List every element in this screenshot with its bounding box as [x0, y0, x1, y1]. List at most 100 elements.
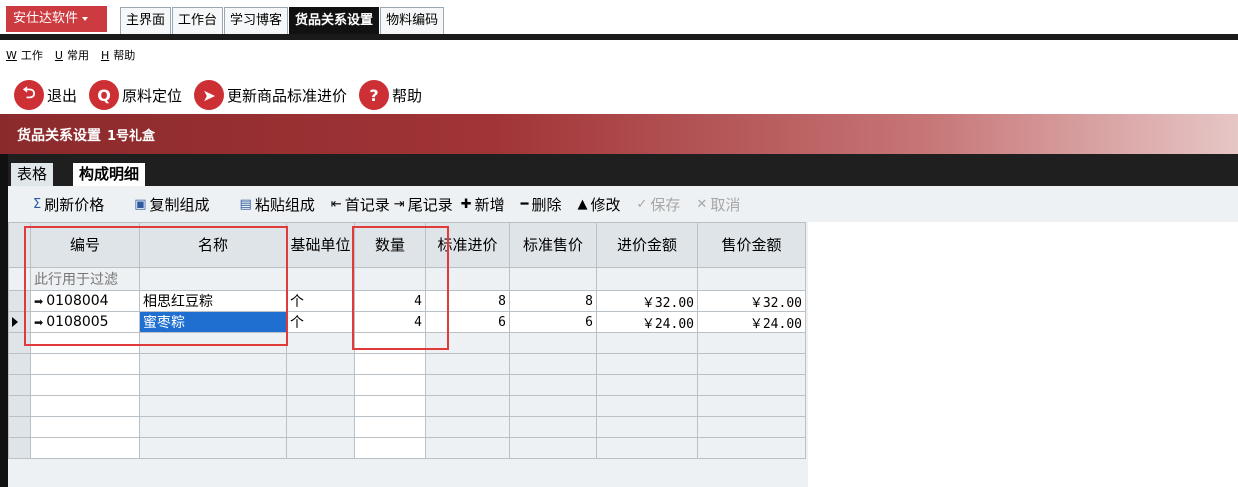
empty-row[interactable]: [8, 395, 806, 417]
std-price-cell[interactable]: 8: [509, 290, 597, 312]
table-row-selected[interactable]: ➡ 0108005 蜜枣粽 个 4 6 6 ￥24.00 ￥24.00: [8, 311, 806, 333]
save-button[interactable]: ✓ 保存: [636, 194, 680, 215]
tab-table[interactable]: 表格: [11, 163, 54, 186]
column-header-std-price[interactable]: 标准售价: [509, 222, 597, 268]
empty-cell[interactable]: [425, 353, 510, 375]
empty-cell[interactable]: [596, 353, 698, 375]
column-header-unit[interactable]: 基础单位: [286, 222, 355, 268]
menu-item-common[interactable]: U 常用: [55, 47, 89, 65]
empty-cell[interactable]: [30, 374, 140, 396]
menu-item-help[interactable]: H 帮助: [101, 47, 135, 65]
filter-cell[interactable]: [139, 267, 287, 291]
row-header[interactable]: [8, 311, 31, 333]
table-row[interactable]: ➡ 0108004 相思红豆粽 个 4 8 8 ￥32.00 ￥32.00: [8, 290, 806, 312]
name-cell[interactable]: 蜜枣粽: [139, 311, 287, 333]
refresh-price-button[interactable]: Σ 刷新价格: [33, 194, 104, 215]
code-cell[interactable]: ➡ 0108005: [30, 311, 140, 333]
empty-cell[interactable]: [425, 416, 510, 438]
column-header-cost-amount[interactable]: 进价金额: [596, 222, 698, 268]
tab-material-code[interactable]: 物料编码: [380, 7, 445, 34]
exit-button[interactable]: ⮌ 退出: [14, 80, 77, 110]
tab-workbench[interactable]: 工作台: [172, 7, 224, 34]
help-button[interactable]: ? 帮助: [359, 80, 422, 110]
edit-button[interactable]: ▲ 修改: [577, 194, 620, 215]
empty-row[interactable]: [8, 353, 806, 375]
empty-cell[interactable]: [509, 353, 597, 375]
empty-cell[interactable]: [286, 416, 355, 438]
add-button[interactable]: ✚ 新增: [461, 194, 505, 215]
empty-cell[interactable]: [596, 374, 698, 396]
filter-cell[interactable]: [425, 267, 510, 291]
column-header-price-amount[interactable]: 售价金额: [697, 222, 806, 268]
std-cost-cell[interactable]: 8: [425, 290, 510, 312]
empty-cell[interactable]: [30, 332, 140, 354]
empty-row[interactable]: [8, 437, 806, 459]
empty-cell[interactable]: [425, 437, 510, 459]
empty-cell[interactable]: [596, 395, 698, 417]
tab-composition-detail[interactable]: 构成明细: [73, 163, 146, 186]
qty-cell[interactable]: 4: [354, 311, 426, 333]
empty-cell[interactable]: [30, 395, 140, 417]
cost-amount-cell[interactable]: ￥32.00: [596, 290, 698, 312]
tab-main[interactable]: 主界面: [120, 7, 172, 34]
empty-cell[interactable]: [139, 353, 287, 375]
empty-cell[interactable]: [354, 353, 426, 375]
empty-cell[interactable]: [697, 353, 806, 375]
empty-cell[interactable]: [139, 332, 287, 354]
copy-composition-button[interactable]: ▣ 复制组成: [134, 194, 209, 215]
row-header[interactable]: [8, 290, 31, 312]
brand-menu-button[interactable]: 安仕达软件: [6, 6, 107, 32]
empty-cell[interactable]: [425, 395, 510, 417]
filter-row[interactable]: 此行用于过滤: [8, 267, 806, 291]
empty-cell[interactable]: [509, 374, 597, 396]
filter-cell[interactable]: [596, 267, 698, 291]
empty-cell[interactable]: [30, 353, 140, 375]
empty-cell[interactable]: [139, 437, 287, 459]
column-header-code[interactable]: 编号: [30, 222, 140, 268]
empty-cell[interactable]: [286, 437, 355, 459]
paste-composition-button[interactable]: ▤ 粘贴组成: [240, 194, 315, 215]
filter-cell[interactable]: [697, 267, 806, 291]
empty-row[interactable]: [8, 374, 806, 396]
empty-cell[interactable]: [286, 353, 355, 375]
tab-blog[interactable]: 学习博客: [224, 7, 289, 34]
empty-cell[interactable]: [425, 332, 510, 354]
empty-cell[interactable]: [139, 374, 287, 396]
empty-cell[interactable]: [596, 437, 698, 459]
qty-cell[interactable]: 4: [354, 290, 426, 312]
empty-cell[interactable]: [30, 416, 140, 438]
empty-cell[interactable]: [425, 374, 510, 396]
empty-cell[interactable]: [354, 437, 426, 459]
empty-cell[interactable]: [697, 374, 806, 396]
empty-row[interactable]: [8, 332, 806, 354]
filter-cell[interactable]: [354, 267, 426, 291]
last-record-button[interactable]: ⇥ 尾记录: [394, 194, 453, 215]
cancel-button[interactable]: ✕ 取消: [696, 194, 740, 215]
empty-cell[interactable]: [697, 416, 806, 438]
locate-material-button[interactable]: Q 原料定位: [89, 80, 182, 110]
price-amount-cell[interactable]: ￥32.00: [697, 290, 806, 312]
empty-cell[interactable]: [139, 395, 287, 417]
empty-cell[interactable]: [139, 416, 287, 438]
unit-cell[interactable]: 个: [286, 290, 355, 312]
empty-cell[interactable]: [286, 332, 355, 354]
unit-cell[interactable]: 个: [286, 311, 355, 333]
empty-cell[interactable]: [697, 395, 806, 417]
update-cost-button[interactable]: ➤ 更新商品标准进价: [194, 80, 347, 110]
empty-cell[interactable]: [354, 374, 426, 396]
filter-cell[interactable]: [509, 267, 597, 291]
code-cell[interactable]: ➡ 0108004: [30, 290, 140, 312]
empty-cell[interactable]: [697, 437, 806, 459]
empty-cell[interactable]: [697, 332, 806, 354]
std-price-cell[interactable]: 6: [509, 311, 597, 333]
empty-cell[interactable]: [354, 332, 426, 354]
column-header-qty[interactable]: 数量: [354, 222, 426, 268]
empty-cell[interactable]: [286, 395, 355, 417]
name-cell[interactable]: 相思红豆粽: [139, 290, 287, 312]
empty-cell[interactable]: [354, 395, 426, 417]
menu-item-work[interactable]: W 工作: [6, 47, 43, 65]
empty-cell[interactable]: [509, 332, 597, 354]
cost-amount-cell[interactable]: ￥24.00: [596, 311, 698, 333]
filter-hint[interactable]: 此行用于过滤: [30, 267, 140, 291]
price-amount-cell[interactable]: ￥24.00: [697, 311, 806, 333]
